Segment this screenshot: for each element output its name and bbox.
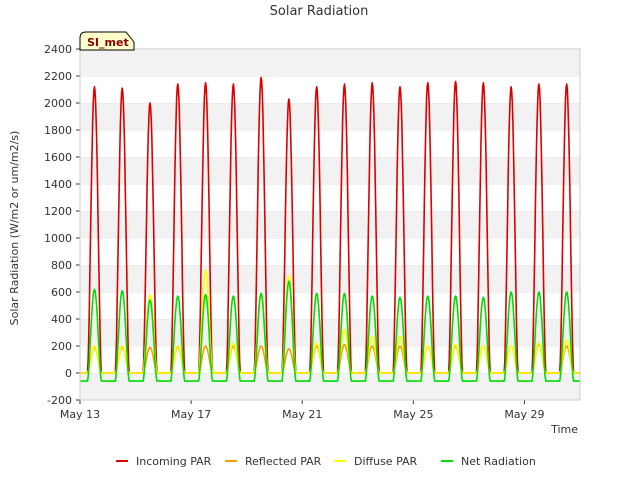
badge-label: SI_met xyxy=(87,36,129,49)
y-tick-label: 600 xyxy=(51,286,72,299)
y-tick-label: 2000 xyxy=(44,97,72,110)
y-tick-label: 2200 xyxy=(44,70,72,83)
y-tick-label: 2400 xyxy=(44,43,72,56)
legend: Incoming PAR Reflected PAR Diffuse PAR Net … xyxy=(116,455,536,468)
y-tick-label: 800 xyxy=(51,259,72,272)
y-tick-label: 200 xyxy=(51,340,72,353)
x-tick-label: May 29 xyxy=(504,408,544,421)
grid-band xyxy=(80,49,580,76)
legend-label: Diffuse PAR xyxy=(354,455,418,468)
y-tick-label: 1600 xyxy=(44,151,72,164)
grid-band xyxy=(80,157,580,184)
x-tick-label: May 25 xyxy=(393,408,433,421)
grid-band xyxy=(80,211,580,238)
x-axis-ticks: May 13 May 17 May 21 May 25 May 29 xyxy=(60,400,545,421)
y-tick-label: 1400 xyxy=(44,178,72,191)
site-badge: SI_met xyxy=(79,31,135,51)
y-tick-label: 0 xyxy=(65,367,72,380)
x-tick-label: May 17 xyxy=(171,408,211,421)
y-tick-label: -200 xyxy=(47,394,72,407)
y-axis-label: Solar Radiation (W/m2 or um/m2/s) xyxy=(8,131,21,326)
x-tick-label: May 13 xyxy=(60,408,100,421)
grid-band xyxy=(80,76,580,103)
legend-label: Net Radiation xyxy=(461,455,536,468)
y-tick-label: 1000 xyxy=(44,232,72,245)
y-tick-label: 1800 xyxy=(44,124,72,137)
chart-title: Solar Radiation xyxy=(270,4,369,19)
solar-radiation-chart: Solar Radiation -200 0 200 400 600 800 1000 120… xyxy=(8,4,581,468)
x-axis-label: Time xyxy=(550,423,578,436)
y-axis-ticks: -200 0 200 400 600 800 1000 1200 1400 1600 1800 200… xyxy=(44,43,80,407)
grid-band xyxy=(80,184,580,211)
x-tick-label: May 21 xyxy=(282,408,322,421)
legend-label: Incoming PAR xyxy=(136,455,212,468)
grid-band xyxy=(80,103,580,130)
y-tick-label: 400 xyxy=(51,313,72,326)
grid-band xyxy=(80,130,580,157)
legend-label: Reflected PAR xyxy=(245,455,322,468)
y-tick-label: 1200 xyxy=(44,205,72,218)
